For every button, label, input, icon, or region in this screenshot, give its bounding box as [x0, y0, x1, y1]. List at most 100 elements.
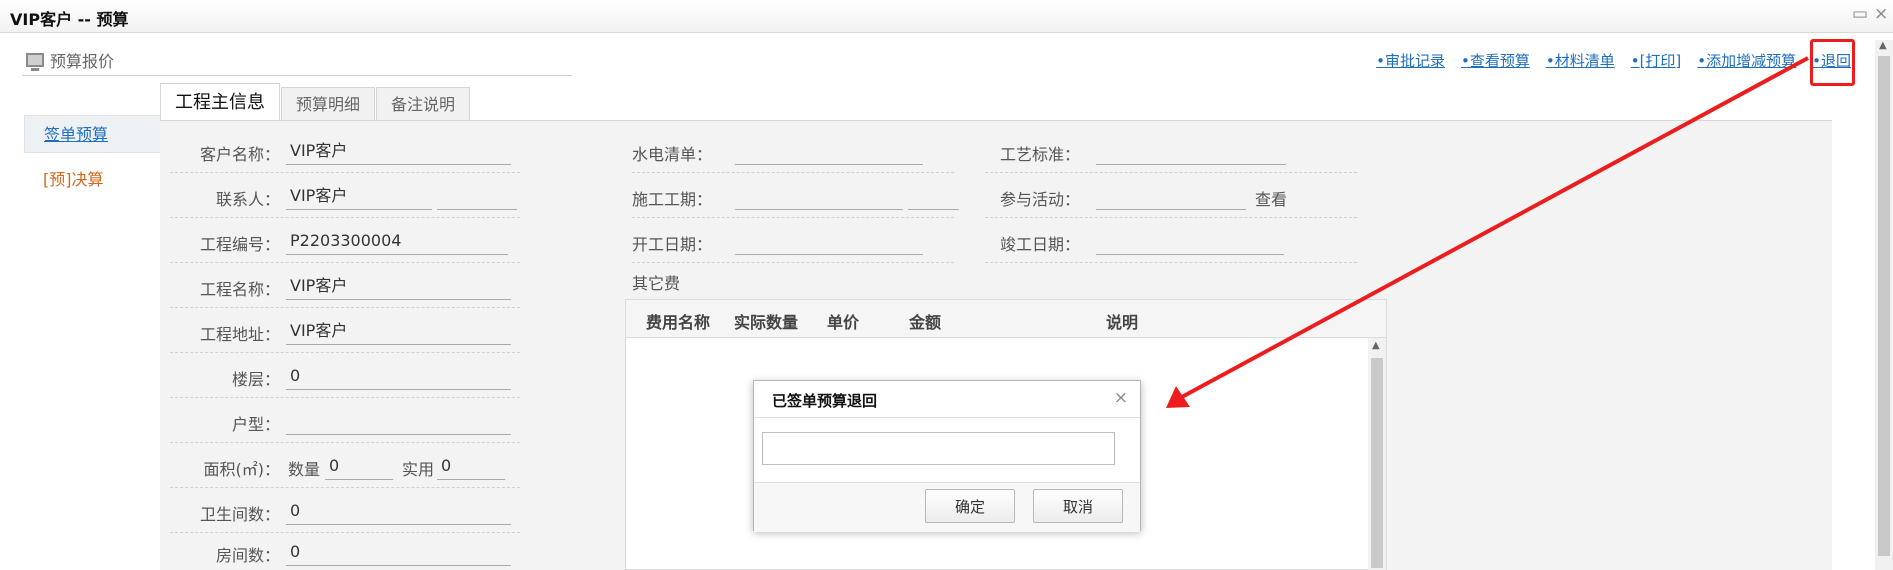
cancel-button[interactable]: 取消 [1033, 489, 1123, 523]
window-title: VIP客户 -- 预算 [10, 10, 129, 29]
project-address-value[interactable]: VIP客户 [286, 319, 511, 345]
annotation-highlight-box [1810, 39, 1855, 86]
breadcrumb: 预算报价 [26, 48, 114, 72]
grid-scrollbar-thumb[interactable] [1371, 358, 1383, 568]
floor-value[interactable]: 0 [286, 364, 511, 390]
completion-date-value[interactable] [1096, 229, 1284, 255]
nav-final-accounts[interactable]: [预]决算 [24, 161, 160, 199]
area-label: 面积(㎡)： [203, 460, 281, 479]
material-list-link[interactable]: •材料清单 [1546, 50, 1615, 71]
tab-budget-details[interactable]: 预算明细 [281, 87, 376, 123]
row-separator [985, 172, 1357, 173]
tab-project-main-info[interactable]: 工程主信息 [160, 83, 280, 123]
utility-list-label: 水电清单： [632, 145, 713, 164]
contact-extra-value[interactable] [437, 184, 517, 210]
row-separator [170, 172, 520, 173]
add-adjustment-budget-link[interactable]: •添加增减预算 [1697, 50, 1796, 71]
floor-field: 楼层： 0 [160, 361, 520, 398]
col-description: 说明 [1106, 313, 1139, 332]
return-budget-dialog: 已签单预算退回 × 确定 取消 [753, 380, 1141, 532]
confirm-button[interactable]: 确定 [925, 489, 1015, 523]
page-scrollbar[interactable]: ▲ [1875, 40, 1893, 570]
contact-label: 联系人： [215, 190, 280, 209]
grid-scroll-up-icon[interactable]: ▲ [1372, 340, 1380, 351]
row-separator [170, 217, 520, 218]
activity-field: 参与活动： 查看 [985, 181, 1357, 218]
col-unit-price: 单价 [827, 313, 860, 332]
area-qty-label: 数量 [288, 460, 321, 479]
area-actual-value[interactable]: 0 [437, 454, 505, 480]
row-separator [170, 352, 520, 353]
project-no-value[interactable]: P2203300004 [286, 229, 508, 255]
scroll-up-icon[interactable]: ▲ [1879, 40, 1887, 51]
row-separator [170, 307, 520, 308]
start-date-value[interactable] [735, 229, 923, 255]
row-separator [170, 442, 520, 443]
print-link[interactable]: •[打印] [1631, 50, 1682, 71]
dialog-title: 已签单预算退回 [772, 392, 878, 410]
dialog-footer: 确定 取消 [754, 482, 1140, 532]
contact-value[interactable]: VIP客户 [286, 184, 432, 210]
area-actual-label: 实用 [402, 460, 435, 479]
utility-list-field: 水电清单： [632, 136, 954, 173]
rooms-value[interactable]: 0 [286, 540, 511, 566]
row-separator [170, 532, 520, 533]
scrollbar-thumb[interactable] [1878, 56, 1890, 556]
row-separator [632, 262, 954, 263]
left-nav: 签单预算 [预]决算 [24, 115, 160, 199]
rooms-label: 房间数： [215, 546, 280, 565]
other-fees-label: 其它费 [632, 274, 681, 293]
col-actual-qty: 实际数量 [734, 313, 799, 332]
bathrooms-field: 卫生间数： 0 [160, 496, 520, 533]
close-window-icon[interactable]: × [1874, 4, 1888, 24]
restore-window-icon[interactable]: ▭ [1852, 4, 1868, 24]
grid-scrollbar[interactable]: ▲ [1368, 338, 1386, 570]
bathrooms-label: 卫生间数： [199, 505, 280, 524]
window-titlebar: VIP客户 -- 预算 ▭ × [0, 0, 1893, 33]
project-no-field: 工程编号： P2203300004 [160, 226, 520, 263]
area-field: 面积(㎡)： 数量 0 实用 0 [160, 451, 520, 488]
dialog-header: 已签单预算退回 × [754, 381, 1140, 418]
completion-date-label: 竣工日期： [1000, 235, 1081, 254]
house-type-label: 户型： [231, 415, 280, 434]
view-activity-link[interactable]: 查看 [1255, 186, 1295, 210]
customer-name-label: 客户名称： [199, 145, 280, 164]
activity-value[interactable] [1096, 184, 1246, 210]
floor-label: 楼层： [231, 370, 280, 389]
project-address-field: 工程地址： VIP客户 [160, 316, 520, 353]
action-links: •审批记录 •查看预算 •材料清单 •[打印] •添加增减预算 •退回 [1376, 50, 1851, 71]
dialog-close-icon[interactable]: × [1114, 388, 1128, 408]
project-name-label: 工程名称： [199, 280, 280, 299]
completion-date-field: 竣工日期： [985, 226, 1357, 263]
activity-label: 参与活动： [1000, 190, 1081, 209]
row-separator [985, 262, 1357, 263]
tab-remarks[interactable]: 备注说明 [376, 87, 471, 123]
house-type-value[interactable] [286, 409, 511, 435]
customer-name-field: 客户名称： VIP客户 [160, 136, 520, 173]
house-type-field: 户型： [160, 406, 520, 443]
monitor-icon [26, 53, 44, 71]
bathrooms-value[interactable]: 0 [286, 499, 511, 525]
row-separator [632, 217, 954, 218]
start-date-field: 开工日期： [632, 226, 954, 263]
area-qty-value[interactable]: 0 [325, 454, 393, 480]
row-separator [170, 262, 520, 263]
grid-header: 费用名称 实际数量 单价 金额 说明 [626, 300, 1386, 338]
return-reason-input[interactable] [762, 432, 1115, 465]
approval-records-link[interactable]: •审批记录 [1376, 50, 1445, 71]
utility-list-value[interactable] [735, 139, 923, 165]
project-name-field: 工程名称： VIP客户 [160, 271, 520, 308]
project-name-value[interactable]: VIP客户 [286, 274, 511, 300]
construction-period-unit[interactable] [908, 184, 959, 210]
col-fee-name: 费用名称 [646, 313, 711, 332]
customer-name-value[interactable]: VIP客户 [286, 139, 511, 165]
rooms-field: 房间数： 0 [160, 537, 520, 567]
view-budget-link[interactable]: •查看预算 [1461, 50, 1530, 71]
tab-bar: 工程主信息 预算明细 备注说明 [160, 83, 471, 123]
nav-signed-budget[interactable]: 签单预算 [24, 115, 160, 153]
craft-standard-value[interactable] [1096, 139, 1286, 165]
craft-standard-label: 工艺标准： [1000, 145, 1081, 164]
construction-period-field: 施工工期： [632, 181, 959, 218]
col-amount: 金额 [909, 313, 942, 332]
construction-period-value[interactable] [735, 184, 903, 210]
